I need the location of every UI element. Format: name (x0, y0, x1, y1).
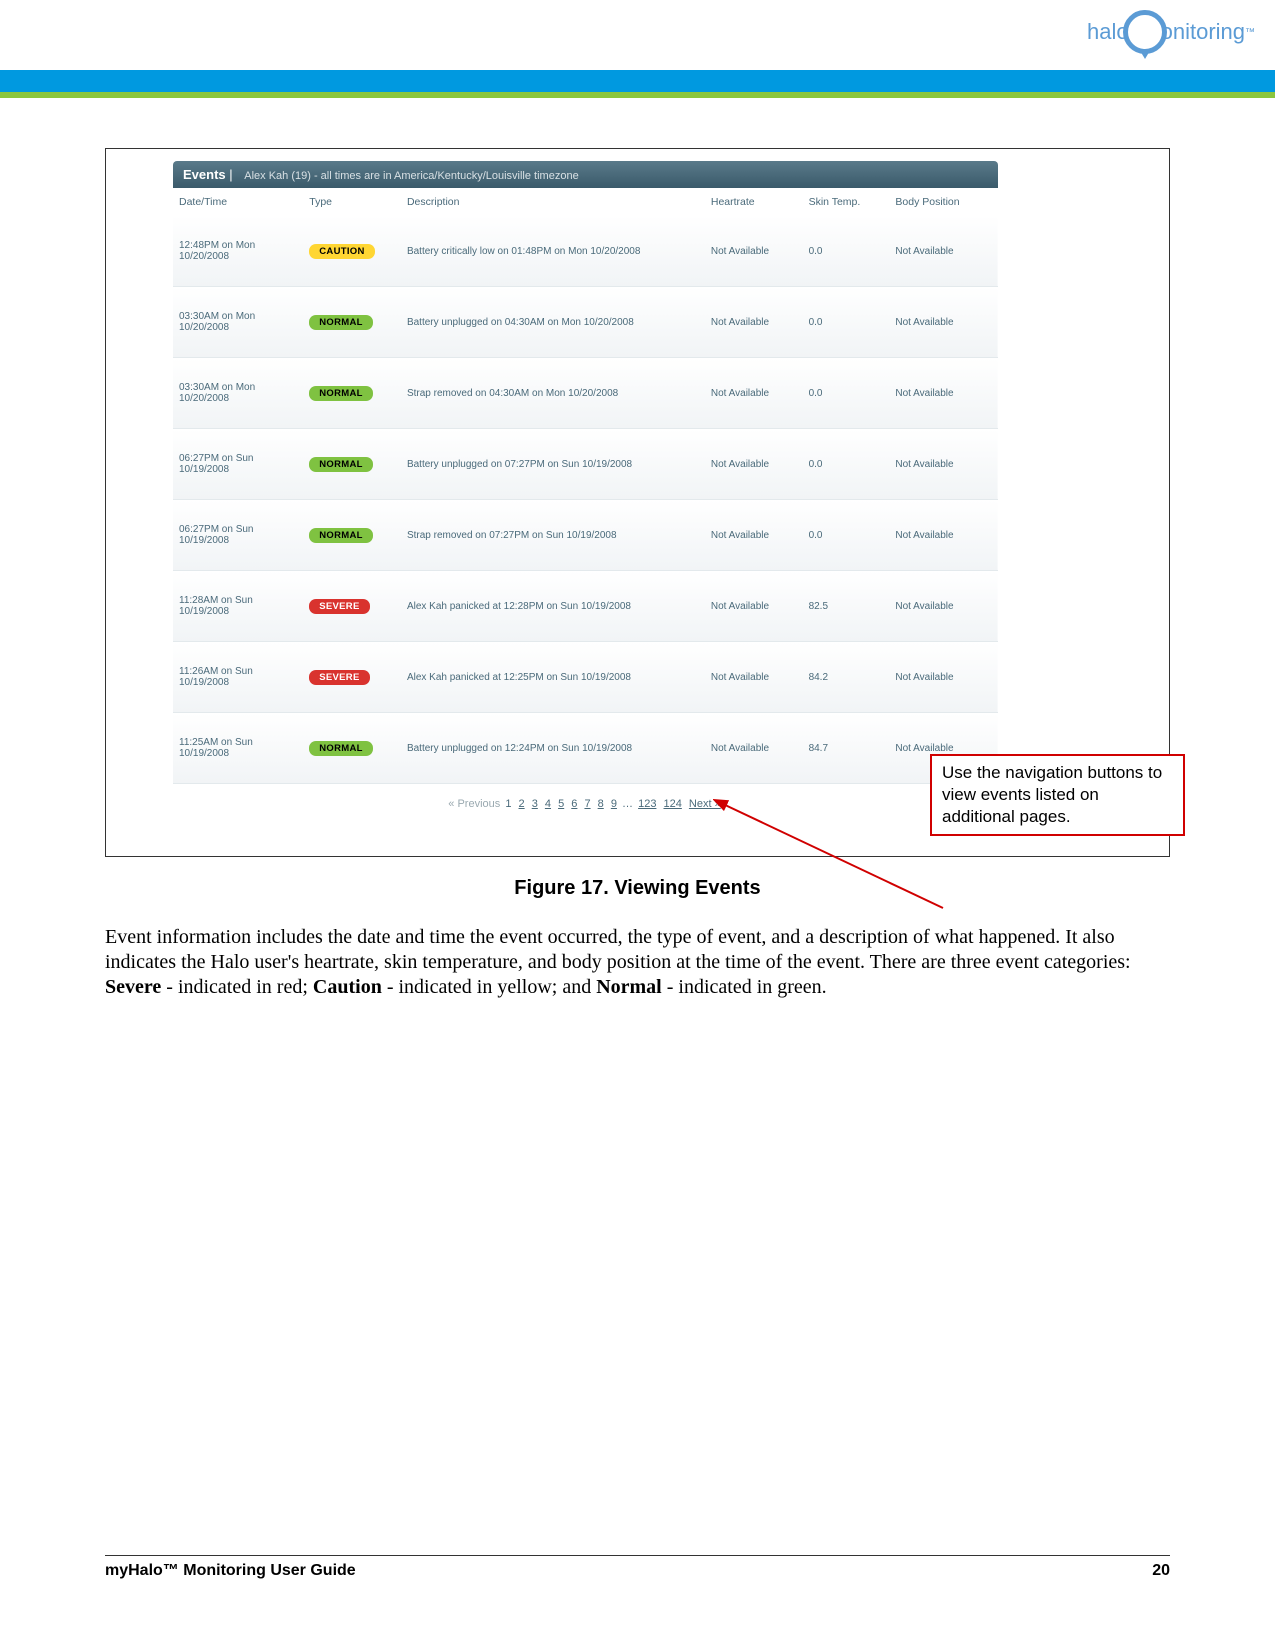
event-skintemp: 82.5 (803, 571, 890, 642)
pagination-ellipsis: … (622, 798, 633, 810)
event-description: Battery unplugged on 12:24PM on Sun 10/1… (401, 713, 705, 784)
event-description: Battery unplugged on 07:27PM on Sun 10/1… (401, 429, 705, 500)
event-type-badge: SEVERE (309, 670, 369, 685)
event-datetime[interactable]: 11:28AM on Sun10/19/2008 (179, 595, 253, 617)
events-table: Date/Time Type Description Heartrate Ski… (173, 188, 998, 784)
pagination-page-9[interactable]: 9 (611, 798, 617, 810)
events-title: Events (183, 167, 226, 182)
event-bodyposition: Not Available (889, 500, 998, 571)
event-heartrate: Not Available (705, 571, 803, 642)
event-skintemp: 0.0 (803, 216, 890, 287)
event-datetime[interactable]: 06:27PM on Sun10/19/2008 (179, 524, 254, 546)
pagination-page-123[interactable]: 123 (638, 798, 656, 810)
event-type-badge: SEVERE (309, 599, 369, 614)
callout-box: Use the navigation buttons to view event… (930, 754, 1185, 836)
event-datetime[interactable]: 12:48PM on Mon10/20/2008 (179, 240, 255, 262)
logo-text-right: onitoring (1161, 19, 1245, 45)
event-skintemp: 0.0 (803, 429, 890, 500)
event-type-badge: NORMAL (309, 386, 373, 401)
event-heartrate: Not Available (705, 500, 803, 571)
event-description: Strap removed on 04:30AM on Mon 10/20/20… (401, 358, 705, 429)
event-description: Alex Kah panicked at 12:25PM on Sun 10/1… (401, 642, 705, 713)
event-type-badge: NORMAL (309, 741, 373, 756)
table-row[interactable]: 06:27PM on Sun10/19/2008 NORMAL Strap remo… (173, 500, 998, 571)
table-row[interactable]: 03:30AM on Mon10/20/2008 NORMAL Strap remo… (173, 358, 998, 429)
events-subtitle: Alex Kah (19) - all times are in America… (244, 170, 578, 182)
event-heartrate: Not Available (705, 642, 803, 713)
event-skintemp: 0.0 (803, 500, 890, 571)
event-datetime[interactable]: 11:26AM on Sun10/19/2008 (179, 666, 253, 688)
event-type-badge: CAUTION (309, 244, 374, 259)
event-bodyposition: Not Available (889, 429, 998, 500)
event-heartrate: Not Available (705, 358, 803, 429)
pagination-page-124[interactable]: 124 (664, 798, 682, 810)
col-datetime[interactable]: Date/Time (173, 188, 303, 216)
event-skintemp: 84.7 (803, 713, 890, 784)
header-blue-band (0, 70, 1275, 92)
events-panel-header: Events | Alex Kah (19) - all times are i… (173, 161, 998, 188)
pagination-page-6[interactable]: 6 (571, 798, 577, 810)
event-datetime[interactable]: 06:27PM on Sun10/19/2008 (179, 453, 254, 475)
event-skintemp: 0.0 (803, 287, 890, 358)
event-heartrate: Not Available (705, 216, 803, 287)
event-description: Battery unplugged on 04:30AM on Mon 10/2… (401, 287, 705, 358)
figure-caption: Figure 17. Viewing Events (105, 877, 1170, 900)
table-row[interactable]: 11:26AM on Sun10/19/2008 SEVERE Alex Kah p… (173, 642, 998, 713)
callout-text: Use the navigation buttons to view event… (942, 763, 1162, 826)
event-description: Alex Kah panicked at 12:28PM on Sun 10/1… (401, 571, 705, 642)
table-row[interactable]: 12:48PM on Mon10/20/2008 CAUTION Battery c… (173, 216, 998, 287)
pagination-page-5[interactable]: 5 (558, 798, 564, 810)
event-type-badge: NORMAL (309, 528, 373, 543)
event-bodyposition: Not Available (889, 642, 998, 713)
event-datetime[interactable]: 03:30AM on Mon10/20/2008 (179, 382, 255, 404)
footer-page-number: 20 (1152, 1562, 1170, 1580)
event-bodyposition: Not Available (889, 287, 998, 358)
brand-logo: halo onitoring ™ (1087, 10, 1255, 54)
screenshot-frame: Events | Alex Kah (19) - all times are i… (105, 148, 1170, 857)
table-row[interactable]: 03:30AM on Mon10/20/2008 NORMAL Battery un… (173, 287, 998, 358)
trademark-icon: ™ (1245, 27, 1255, 38)
body-paragraph: Event information includes the date and … (105, 925, 1170, 1000)
col-description[interactable]: Description (401, 188, 705, 216)
event-skintemp: 0.0 (803, 358, 890, 429)
col-skintemp[interactable]: Skin Temp. (803, 188, 890, 216)
col-type[interactable]: Type (303, 188, 401, 216)
pagination-current: 1 (505, 798, 511, 810)
col-heartrate[interactable]: Heartrate (705, 188, 803, 216)
footer-title: myHalo™ Monitoring User Guide (105, 1562, 356, 1580)
event-datetime[interactable]: 11:25AM on Sun10/19/2008 (179, 737, 253, 759)
table-row[interactable]: 11:25AM on Sun10/19/2008 NORMAL Battery un… (173, 713, 998, 784)
pagination-next[interactable]: Next » (689, 798, 721, 810)
event-description: Battery critically low on 01:48PM on Mon… (401, 216, 705, 287)
pagination-page-3[interactable]: 3 (532, 798, 538, 810)
event-heartrate: Not Available (705, 287, 803, 358)
event-heartrate: Not Available (705, 429, 803, 500)
table-header-row: Date/Time Type Description Heartrate Ski… (173, 188, 998, 216)
event-datetime[interactable]: 03:30AM on Mon10/20/2008 (179, 311, 255, 333)
event-description: Strap removed on 07:27PM on Sun 10/19/20… (401, 500, 705, 571)
table-row[interactable]: 11:28AM on Sun10/19/2008 SEVERE Alex Kah p… (173, 571, 998, 642)
pagination-page-8[interactable]: 8 (598, 798, 604, 810)
table-row[interactable]: 06:27PM on Sun10/19/2008 NORMAL Battery un… (173, 429, 998, 500)
event-bodyposition: Not Available (889, 216, 998, 287)
pagination-prev: « Previous (448, 798, 500, 810)
event-type-badge: NORMAL (309, 457, 373, 472)
logo-mark-icon (1123, 10, 1167, 54)
pagination-page-4[interactable]: 4 (545, 798, 551, 810)
page-footer: myHalo™ Monitoring User Guide 20 (105, 1555, 1170, 1580)
event-bodyposition: Not Available (889, 571, 998, 642)
pagination: « Previous 1 2 3 4 5 6 7 8 9 … 123 124 N… (173, 784, 998, 816)
col-bodyposition[interactable]: Body Position (889, 188, 998, 216)
event-skintemp: 84.2 (803, 642, 890, 713)
pagination-page-2[interactable]: 2 (519, 798, 525, 810)
event-bodyposition: Not Available (889, 358, 998, 429)
event-type-badge: NORMAL (309, 315, 373, 330)
event-heartrate: Not Available (705, 713, 803, 784)
pagination-page-7[interactable]: 7 (584, 798, 590, 810)
